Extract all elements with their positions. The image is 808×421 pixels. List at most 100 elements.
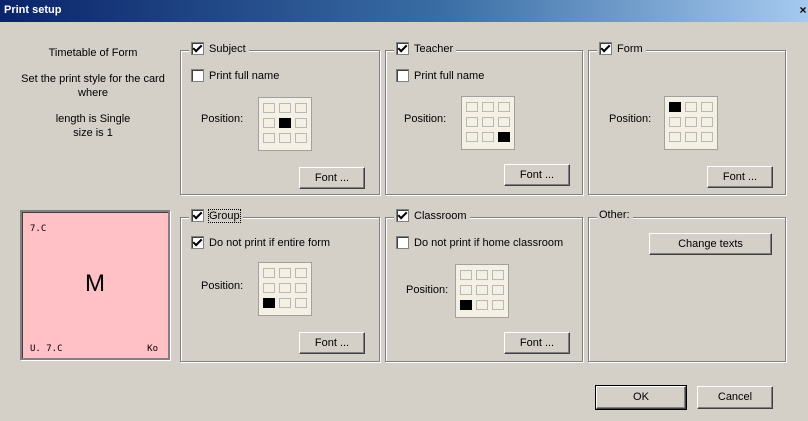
position-cell[interactable] [701, 132, 713, 142]
group-entire-form-check[interactable] [191, 236, 204, 249]
position-cell[interactable] [492, 300, 504, 310]
teacher-position-label: Position: [404, 113, 447, 125]
position-cell[interactable] [701, 102, 713, 112]
position-cell[interactable] [279, 118, 291, 128]
form-position-grid[interactable] [664, 96, 718, 150]
classroom-font-button[interactable]: Font ... [504, 332, 570, 354]
group-label: Group [208, 208, 241, 223]
position-cell[interactable] [279, 298, 291, 308]
card-teacher-text: Ko [147, 344, 158, 354]
position-cell[interactable] [295, 268, 307, 278]
classroom-check[interactable] [396, 209, 409, 222]
classroom-position-label: Position: [406, 284, 449, 296]
card-form-text: 7.C [30, 224, 47, 234]
position-cell[interactable] [279, 133, 291, 143]
position-cell[interactable] [482, 132, 494, 142]
position-cell[interactable] [498, 132, 510, 142]
teacher-full-name-label: Print full name [414, 69, 485, 82]
form-group: Form Position: Font ... [588, 42, 786, 195]
form-label: Form [617, 42, 643, 55]
classroom-home-check[interactable] [396, 236, 409, 249]
info-timetable-label: Timetable of Form [48, 47, 138, 59]
subject-full-name-check[interactable] [191, 69, 204, 82]
close-icon[interactable]: × [796, 3, 808, 18]
position-cell[interactable] [476, 285, 488, 295]
position-cell[interactable] [295, 103, 307, 113]
info-length-size-label: length is Single size is 1 [55, 113, 131, 139]
position-cell[interactable] [263, 298, 275, 308]
change-texts-button[interactable]: Change texts [649, 233, 772, 255]
position-cell[interactable] [492, 285, 504, 295]
position-cell[interactable] [498, 102, 510, 112]
position-cell[interactable] [460, 285, 472, 295]
teacher-font-button[interactable]: Font ... [504, 164, 570, 186]
position-cell[interactable] [295, 283, 307, 293]
subject-position-label: Position: [201, 113, 244, 125]
position-cell[interactable] [669, 132, 681, 142]
form-check[interactable] [599, 42, 612, 55]
group-font-button[interactable]: Font ... [299, 332, 365, 354]
position-cell[interactable] [498, 117, 510, 127]
subject-label: Subject [209, 42, 246, 55]
position-cell[interactable] [482, 117, 494, 127]
classroom-label: Classroom [414, 209, 467, 222]
position-cell[interactable] [466, 132, 478, 142]
position-cell[interactable] [482, 102, 494, 112]
window-title: Print setup [4, 4, 62, 16]
position-cell[interactable] [263, 133, 275, 143]
card-info: Timetable of Form Set the print style fo… [12, 46, 174, 152]
card-subject-text: M [85, 270, 105, 297]
teacher-full-name-option[interactable]: Print full name [396, 69, 484, 82]
position-cell[interactable] [263, 283, 275, 293]
group-entire-form-label: Do not print if entire form [209, 236, 331, 249]
subject-check[interactable] [191, 42, 204, 55]
ok-button[interactable]: OK [595, 385, 687, 410]
cancel-button[interactable]: Cancel [697, 386, 773, 409]
other-group: Other: Change texts [588, 209, 786, 362]
subject-font-button[interactable]: Font ... [299, 167, 365, 189]
classroom-position-grid[interactable] [455, 264, 509, 318]
position-cell[interactable] [466, 117, 478, 127]
position-cell[interactable] [279, 103, 291, 113]
form-font-button[interactable]: Font ... [707, 166, 773, 188]
position-cell[interactable] [466, 102, 478, 112]
group-group: Group Do not print if entire form Positi… [180, 208, 380, 362]
position-cell[interactable] [263, 268, 275, 278]
position-cell[interactable] [295, 133, 307, 143]
position-cell[interactable] [295, 118, 307, 128]
teacher-check[interactable] [396, 42, 409, 55]
position-cell[interactable] [669, 102, 681, 112]
teacher-group: Teacher Print full name Position: Font .… [385, 42, 583, 195]
position-cell[interactable] [685, 102, 697, 112]
position-cell[interactable] [460, 300, 472, 310]
group-check[interactable] [191, 209, 204, 222]
form-checkbox[interactable]: Form [597, 42, 646, 55]
position-cell[interactable] [492, 270, 504, 280]
teacher-full-name-check[interactable] [396, 69, 409, 82]
classroom-checkbox[interactable]: Classroom [394, 209, 470, 222]
group-entire-form-option[interactable]: Do not print if entire form [191, 236, 330, 249]
subject-full-name-option[interactable]: Print full name [191, 69, 279, 82]
position-cell[interactable] [263, 118, 275, 128]
position-cell[interactable] [669, 117, 681, 127]
position-cell[interactable] [263, 103, 275, 113]
info-print-style-label: Set the print style for the card where [21, 73, 165, 99]
position-cell[interactable] [460, 270, 472, 280]
group-position-label: Position: [201, 280, 244, 292]
subject-checkbox[interactable]: Subject [189, 42, 249, 55]
group-position-grid[interactable] [258, 262, 312, 316]
position-cell[interactable] [701, 117, 713, 127]
position-cell[interactable] [279, 268, 291, 278]
position-cell[interactable] [476, 300, 488, 310]
position-cell[interactable] [279, 283, 291, 293]
teacher-position-grid[interactable] [461, 96, 515, 150]
subject-position-grid[interactable] [258, 97, 312, 151]
position-cell[interactable] [476, 270, 488, 280]
position-cell[interactable] [685, 132, 697, 142]
teacher-checkbox[interactable]: Teacher [394, 42, 457, 55]
classroom-home-option[interactable]: Do not print if home classroom [396, 236, 563, 249]
group-checkbox[interactable]: Group [189, 208, 243, 223]
position-cell[interactable] [685, 117, 697, 127]
classroom-group: Classroom Do not print if home classroom… [385, 209, 583, 362]
position-cell[interactable] [295, 298, 307, 308]
